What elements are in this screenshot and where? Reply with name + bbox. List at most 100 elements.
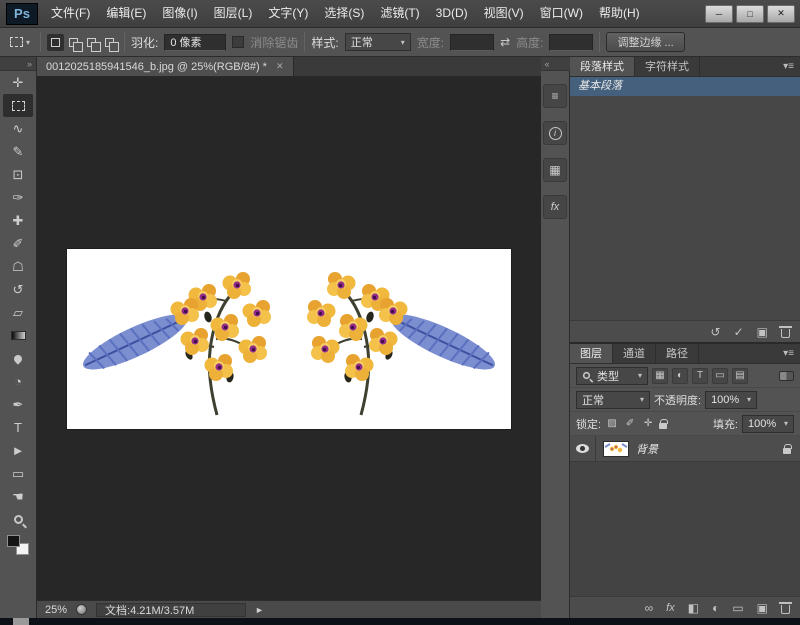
tool-preset-picker[interactable]: ▾ <box>6 35 34 49</box>
menu-help[interactable]: 帮助(H) <box>591 0 648 27</box>
fill-select[interactable]: 100% ▾ <box>742 415 794 433</box>
redefine-style-icon[interactable]: ↺ <box>711 325 721 339</box>
effects-panel-icon[interactable]: fx <box>543 195 567 219</box>
delete-style-icon[interactable] <box>781 329 790 338</box>
clear-override-icon[interactable]: ✓ <box>734 325 744 339</box>
document-tabbar: 0012025185941546_b.jpg @ 25%(RGB/8#) * ✕ <box>37 57 541 77</box>
delete-layer-icon[interactable] <box>781 605 790 614</box>
tab-paths[interactable]: 路径 <box>656 344 699 363</box>
tool-spot-healing[interactable]: ✚ <box>3 209 33 232</box>
filter-shape-icon[interactable]: ▭ <box>712 368 728 384</box>
filter-pixel-icon[interactable]: ▦ <box>652 368 668 384</box>
new-group-icon[interactable]: ▭ <box>732 601 743 615</box>
tool-brush[interactable]: ✐ <box>3 232 33 255</box>
add-mask-icon[interactable]: ◧ <box>688 601 699 615</box>
menu-type[interactable]: 文字(Y) <box>260 0 316 27</box>
filter-type-icon[interactable]: T <box>692 368 708 384</box>
opacity-select[interactable]: 100% ▾ <box>705 391 757 409</box>
adjustments-panel-icon[interactable]: ≡ <box>543 84 567 108</box>
swap-dimensions-icon[interactable]: ⇄ <box>500 35 510 49</box>
menu-file[interactable]: 文件(F) <box>43 0 98 27</box>
tab-character-styles[interactable]: 字符样式 <box>635 57 700 76</box>
feather-input[interactable]: 0 像素 <box>164 34 226 51</box>
filter-smart-object-icon[interactable]: ▤ <box>732 368 748 384</box>
tool-eyedropper[interactable]: ✑ <box>3 186 33 209</box>
new-style-icon[interactable]: ▣ <box>757 325 768 339</box>
menu-window[interactable]: 窗口(W) <box>532 0 591 27</box>
taskbar-icon[interactable] <box>13 618 29 625</box>
tool-rectangular-marquee[interactable] <box>3 94 33 117</box>
antialias-checkbox[interactable] <box>232 36 244 48</box>
refine-edge-button[interactable]: 调整边缘 ... <box>606 32 684 52</box>
color-swatches[interactable] <box>7 535 29 555</box>
layer-row-background[interactable]: 背景 <box>570 436 800 462</box>
tool-eraser[interactable]: ▱ <box>3 301 33 324</box>
close-button[interactable]: ✕ <box>767 5 795 23</box>
lock-pixels-icon[interactable]: ✐ <box>623 418 637 429</box>
info-panel-icon[interactable]: i <box>543 121 567 145</box>
tab-layers[interactable]: 图层 <box>570 344 613 363</box>
tab-close-icon[interactable]: ✕ <box>276 61 284 72</box>
lock-transparent-icon[interactable]: ▨ <box>605 418 619 429</box>
maximize-button[interactable]: □ <box>736 5 764 23</box>
tool-clone-stamp[interactable]: ☖ <box>3 255 33 278</box>
canvas-image[interactable] <box>67 249 511 429</box>
tool-hand[interactable]: ☚ <box>3 485 33 508</box>
menu-layer[interactable]: 图层(L) <box>206 0 261 27</box>
canvas-background[interactable] <box>37 77 541 600</box>
tool-gradient[interactable] <box>3 324 33 347</box>
tab-channels[interactable]: 通道 <box>613 344 656 363</box>
tool-path-selection[interactable]: ► <box>3 439 33 462</box>
menu-filter[interactable]: 滤镜(T) <box>372 0 427 27</box>
layer-thumbnail[interactable] <box>603 441 629 457</box>
menu-select[interactable]: 选择(S) <box>316 0 372 27</box>
subtract-selection-button[interactable] <box>83 34 100 51</box>
tool-blur[interactable] <box>3 347 33 370</box>
status-expand-button[interactable]: ► <box>255 605 264 615</box>
tool-zoom[interactable] <box>3 508 33 531</box>
document-tab[interactable]: 0012025185941546_b.jpg @ 25%(RGB/8#) * ✕ <box>37 57 294 76</box>
panel-menu-icon[interactable]: ▾≡ <box>783 57 800 76</box>
tool-crop[interactable]: ⊡ <box>3 163 33 186</box>
menu-3d[interactable]: 3D(D) <box>428 0 476 27</box>
tool-history-brush[interactable]: ↺ <box>3 278 33 301</box>
new-selection-button[interactable] <box>47 34 64 51</box>
toolbox-collapse-button[interactable]: » <box>0 57 36 71</box>
tool-move[interactable]: ✛ <box>3 71 33 94</box>
tool-lasso[interactable]: ∿ <box>3 117 33 140</box>
dock-collapse-button[interactable]: « <box>541 57 570 71</box>
link-layers-icon[interactable]: ∞ <box>645 601 654 615</box>
list-item-basic-paragraph[interactable]: 基本段落 <box>570 77 800 96</box>
layer-name[interactable]: 背景 <box>636 441 658 457</box>
lock-position-icon[interactable]: ✛ <box>641 418 655 429</box>
layer-visibility-cell[interactable] <box>570 436 596 461</box>
filter-kind-select[interactable]: 类型 ▾ <box>576 367 648 385</box>
add-selection-button[interactable] <box>65 34 82 51</box>
filter-toggle-switch[interactable] <box>779 371 794 381</box>
tool-rectangle-shape[interactable]: ▭ <box>3 462 33 485</box>
minimize-button[interactable]: ─ <box>705 5 733 23</box>
tool-type[interactable]: T <box>3 416 33 439</box>
tool-quick-selection[interactable]: ✎ <box>3 140 33 163</box>
blend-mode-select[interactable]: 正常 ▾ <box>576 391 650 409</box>
menu-view[interactable]: 视图(V) <box>476 0 532 27</box>
intersect-selection-button[interactable] <box>101 34 118 51</box>
menu-edit[interactable]: 编辑(E) <box>98 0 154 27</box>
width-input[interactable] <box>450 34 494 51</box>
adjustment-layer-icon[interactable]: ◐ <box>712 601 719 615</box>
filter-adjustment-icon[interactable]: ◐ <box>672 368 688 384</box>
layer-style-icon[interactable]: fx <box>666 602 675 614</box>
lock-all-icon[interactable] <box>659 423 667 429</box>
panel-menu-icon[interactable]: ▾≡ <box>783 344 800 363</box>
zoom-level[interactable]: 25% <box>45 604 67 616</box>
tool-pen[interactable]: ✒ <box>3 393 33 416</box>
new-layer-icon[interactable]: ▣ <box>757 601 768 615</box>
height-input[interactable] <box>549 34 593 51</box>
tool-dodge[interactable]: ◔ <box>3 370 33 393</box>
style-select[interactable]: 正常 ▾ <box>345 33 411 51</box>
menu-image[interactable]: 图像(I) <box>154 0 205 27</box>
paragraph-styles-panel: 段落样式 字符样式 ▾≡ 基本段落 ↺ ✓ ▣ <box>570 57 800 344</box>
tab-paragraph-styles[interactable]: 段落样式 <box>570 57 635 76</box>
rectangle-shape-icon: ▭ <box>12 466 24 482</box>
histogram-panel-icon[interactable]: ▦ <box>543 158 567 182</box>
